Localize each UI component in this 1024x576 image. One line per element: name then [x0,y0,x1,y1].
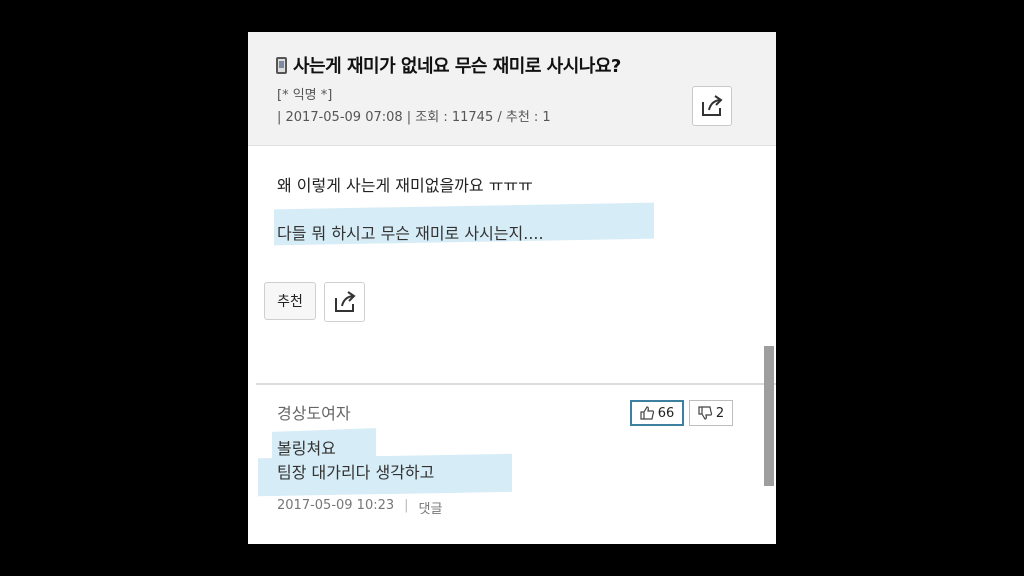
comment-body-line-1: 볼링쳐요 [277,439,336,458]
post-body-line-1: 왜 이렇게 사는게 재미없을까요 ㅠㅠㅠ [277,176,533,195]
share-button[interactable] [324,282,365,322]
comment-author[interactable]: 경상도여자 [277,400,351,424]
post-meta: | 2017-05-09 07:08 | 조회 : 11745 / 추천 : 1 [277,110,551,125]
like-button[interactable]: 66 [630,400,684,426]
thumbs-up-icon [640,406,654,420]
comment-timestamp: 2017-05-09 10:23 [277,498,395,513]
share-button-top[interactable] [692,86,732,126]
share-icon [334,291,356,312]
comment-body-line-2: 팀장 대가리다 생각하고 [277,463,435,482]
reply-link[interactable]: 댓글 [419,498,443,517]
post-title-row: 사는게 재미가 없네요 무슨 재미로 사시나요? [276,52,621,78]
section-divider [256,383,776,385]
thumbs-down-icon [698,406,712,420]
share-icon [702,95,723,116]
dislike-button[interactable]: 2 [689,400,733,426]
mobile-screen: 사는게 재미가 없네요 무슨 재미로 사시나요? [* 익명 *] | 2017… [248,32,776,544]
dislike-count: 2 [715,405,725,421]
post-title: 사는게 재미가 없네요 무슨 재미로 사시나요? [293,56,621,77]
post-author[interactable]: [* 익명 *] [277,84,332,103]
comment-meta: 2017-05-09 10:23 | 댓글 [277,498,442,517]
post-header: 사는게 재미가 없네요 무슨 재미로 사시나요? [* 익명 *] | 2017… [248,32,776,146]
meta-separator: | [404,498,409,513]
mobile-phone-icon [276,56,287,74]
like-count: 66 [657,405,675,421]
recommend-button[interactable]: 추천 [264,282,316,320]
post-body-line-2: 다들 뭐 하시고 무슨 재미로 사시는지.... [277,224,544,243]
scrollbar[interactable] [764,346,774,486]
